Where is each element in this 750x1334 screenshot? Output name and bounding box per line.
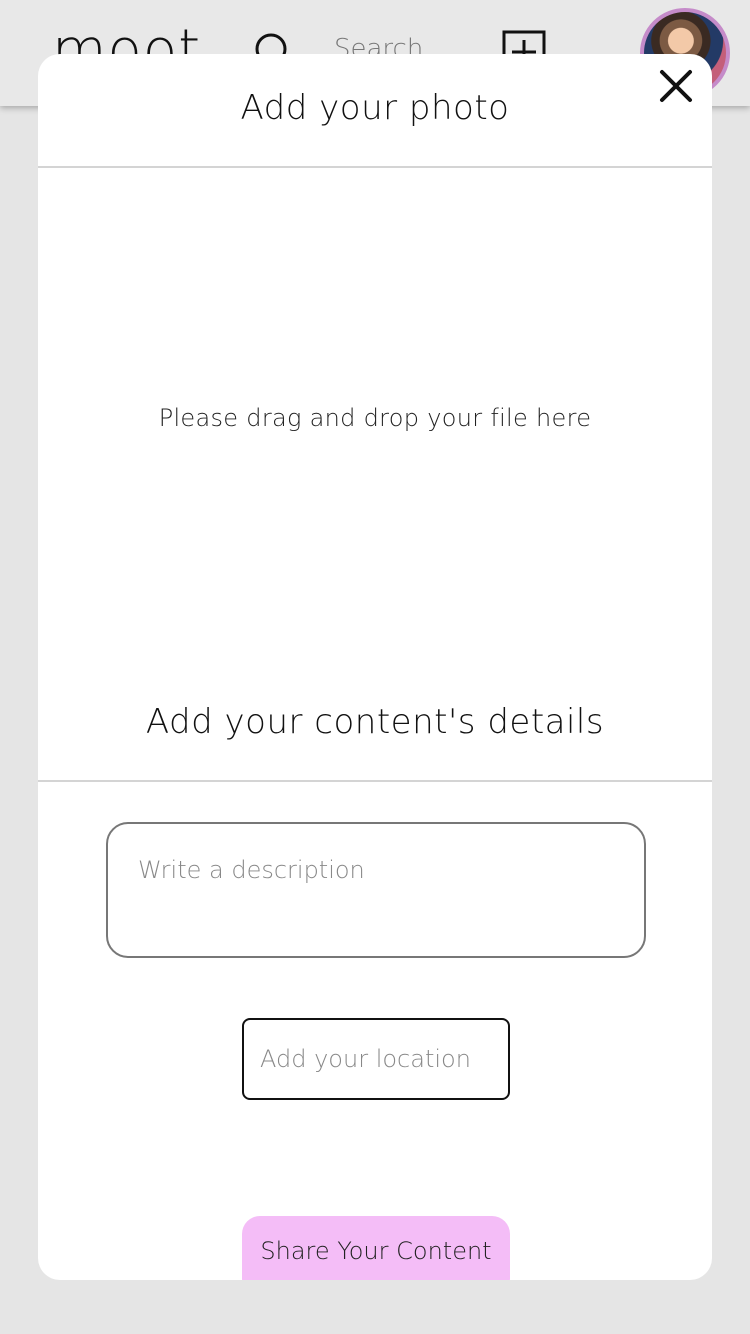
description-input[interactable] bbox=[106, 822, 646, 958]
upload-modal: Add your photo Please drag and drop your… bbox=[38, 54, 712, 1280]
divider bbox=[38, 780, 712, 782]
file-drop-zone[interactable]: Please drag and drop your file here bbox=[38, 168, 712, 668]
drop-zone-text: Please drag and drop your file here bbox=[158, 404, 592, 432]
location-input[interactable] bbox=[242, 1018, 510, 1100]
share-content-button[interactable]: Share Your Content bbox=[242, 1216, 510, 1280]
photo-section-title: Add your photo bbox=[240, 88, 510, 128]
details-section-title: Add your content's details bbox=[145, 702, 605, 742]
